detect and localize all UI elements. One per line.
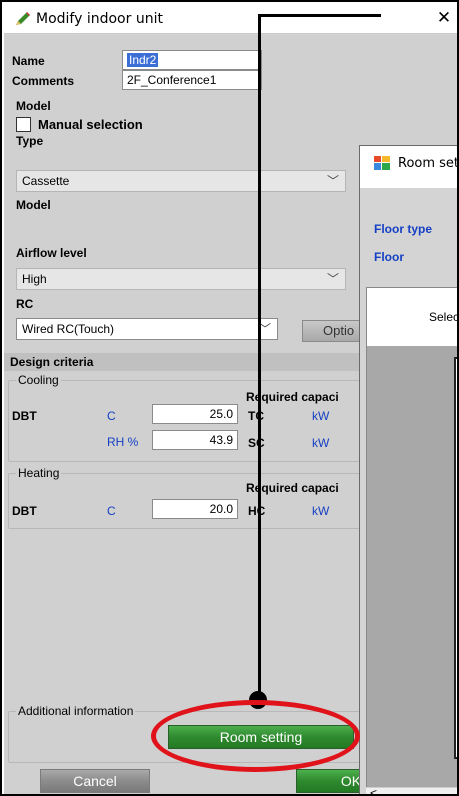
heating-dbt-unit: C [107,504,116,518]
scroll-left-arrow[interactable]: < [370,786,377,794]
design-criteria-header: Design criteria [4,353,361,371]
hc-label: HC [248,504,266,518]
hc-unit: kW [312,504,330,518]
model-section-label: Model [16,99,51,113]
name-field[interactable]: Indr2 [122,50,262,70]
annotation-line-vertical [258,16,261,699]
room-window-titlebar: Room set [360,146,459,188]
chevron-down-icon: ﹀ [326,272,339,286]
room-content-area: Selec [366,287,459,794]
close-button[interactable]: ✕ [432,7,456,29]
tc-unit: kW [312,409,330,423]
window-app-icon [374,156,390,170]
airflow-level-label: Airflow level [16,246,87,260]
rc-combobox[interactable]: Wired RC(Touch) ﹀ [16,318,278,340]
name-label: Name [12,54,45,68]
model-label: Model [16,198,51,212]
rh-unit: RH % [107,435,139,449]
dialog-title: Modify indoor unit [36,11,163,27]
option-button[interactable]: Optio [302,320,362,342]
cancel-button[interactable]: Cancel [40,769,150,793]
pencil-icon [16,12,30,25]
room-setting-window: Room set Floor type Floor Selec < [359,145,459,794]
type-label: Type [16,134,44,148]
rc-value: Wired RC(Touch) [22,322,115,336]
tc-label: TC [248,409,264,423]
airflow-level-combobox[interactable]: High ﹀ [16,268,346,290]
cooling-rh-field[interactable]: 43.9 [152,430,238,450]
dialog-titlebar: Modify indoor unit ✕ [4,4,457,34]
name-value: Indr2 [127,53,159,67]
manual-selection-checkbox[interactable] [16,117,31,132]
select-bar: Selec [367,288,459,346]
room-window-title: Room set [398,156,459,171]
sc-label: SC [248,436,265,450]
cooling-dbt-unit: C [107,409,116,423]
cooling-group-title: Cooling [16,373,61,387]
airflow-value: High [22,272,47,286]
select-text: Selec [429,310,459,324]
annotation-highlight-oval [151,700,360,772]
cooling-dbt-label: DBT [12,409,37,423]
cooling-dbt-field[interactable]: 25.0 [152,404,238,424]
manual-selection-label: Manual selection [38,117,143,132]
type-combobox[interactable]: Cassette ﹀ [16,170,346,192]
room-canvas[interactable] [454,357,457,759]
room-window-body: Floor type Floor Selec < [360,188,459,794]
heating-group-title: Heating [16,466,62,480]
floor-label: Floor [374,250,404,264]
heating-dbt-label: DBT [12,504,37,518]
screenshot-frame: Modify indoor unit ✕ Name Indr2 Comments… [0,0,459,796]
comments-label: Comments [12,74,75,88]
horizontal-scrollbar[interactable]: < [366,786,457,794]
annotation-line-horizontal [258,14,381,17]
floor-type-label: Floor type [374,222,433,236]
rc-label: RC [16,297,34,311]
additional-information-title: Additional information [16,704,136,718]
sc-unit: kW [312,436,330,450]
type-value: Cassette [22,174,70,188]
chevron-down-icon: ﹀ [326,174,339,188]
comments-field[interactable]: 2F_Conference1 [122,70,262,90]
room-gray-area [367,346,457,794]
heating-dbt-field[interactable]: 20.0 [152,499,238,519]
